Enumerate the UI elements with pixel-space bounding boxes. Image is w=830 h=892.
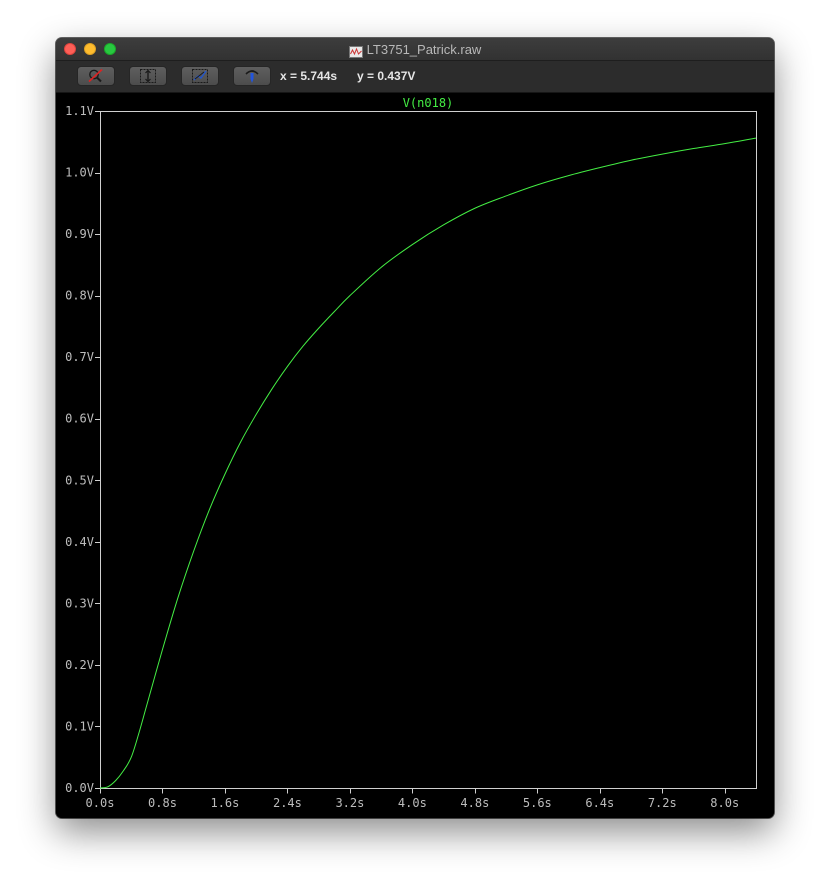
waveform-plot[interactable]: 0.0s 0.8s 1.6s 2.4s 3.2s 4.0s 4.8s 5.6s 6.4s 7.2s…	[56, 93, 774, 818]
x-tick-label: 7.2s	[648, 796, 677, 810]
magnifier-cancel-icon	[88, 68, 103, 83]
x-tick-label: 1.6s	[210, 796, 239, 810]
cursor-x-readout: x = 5.744s	[280, 69, 338, 83]
probe-button[interactable]	[233, 66, 271, 86]
x-tick-label: 4.8s	[460, 796, 489, 810]
autorange-xy-button[interactable]	[181, 66, 219, 86]
y-tick-label: 0.8V	[65, 289, 94, 303]
waveform-document-icon	[348, 43, 363, 58]
autorange-xy-icon	[192, 69, 208, 83]
x-tick-label: 0.8s	[148, 796, 177, 810]
y-tick-label: 0.7V	[65, 350, 94, 364]
autorange-y-icon	[140, 69, 156, 83]
x-tick-label: 8.0s	[710, 796, 739, 810]
title-bar[interactable]: LT3751_Patrick.raw	[56, 38, 774, 61]
y-tick-label: 0.6V	[65, 412, 94, 426]
y-tick-label: 1.0V	[65, 166, 94, 180]
y-tick-label: 0.9V	[65, 227, 94, 241]
autorange-y-button[interactable]	[129, 66, 167, 86]
y-tick-label: 0.5V	[65, 473, 94, 487]
trace-label[interactable]: V(n018)	[403, 96, 454, 110]
probe-icon	[245, 70, 259, 83]
x-tick-label: 0.0s	[86, 796, 115, 810]
window-title: LT3751_Patrick.raw	[366, 41, 482, 57]
plot-frame	[100, 111, 757, 789]
x-tick-label: 5.6s	[523, 796, 552, 810]
x-tick-label: 6.4s	[585, 796, 614, 810]
cursor-y-readout: y = 0.437V	[357, 69, 416, 83]
y-tick-label: 0.3V	[65, 596, 94, 610]
x-tick-label: 4.0s	[398, 796, 427, 810]
y-tick-label: 1.1V	[65, 104, 94, 118]
y-tick-label: 0.0V	[65, 781, 94, 795]
zoom-cancel-button[interactable]	[77, 66, 115, 86]
y-tick-label: 0.2V	[65, 658, 94, 672]
waveform-window: LT3751_Patrick.raw x = 5.744s y = 0.437V…	[56, 38, 774, 818]
y-tick-label: 0.1V	[65, 719, 94, 733]
window-title-group: LT3751_Patrick.raw	[56, 38, 774, 60]
y-tick-label: 0.4V	[65, 535, 94, 549]
x-tick-label: 3.2s	[335, 796, 364, 810]
trace-line-vn018[interactable]	[99, 137, 757, 789]
x-tick-label: 2.4s	[273, 796, 302, 810]
toolbar: x = 5.744s y = 0.437V	[56, 61, 774, 93]
plot-area[interactable]: 0.0s 0.8s 1.6s 2.4s 3.2s 4.0s 4.8s 5.6s 6.4s 7.2s…	[56, 93, 774, 818]
